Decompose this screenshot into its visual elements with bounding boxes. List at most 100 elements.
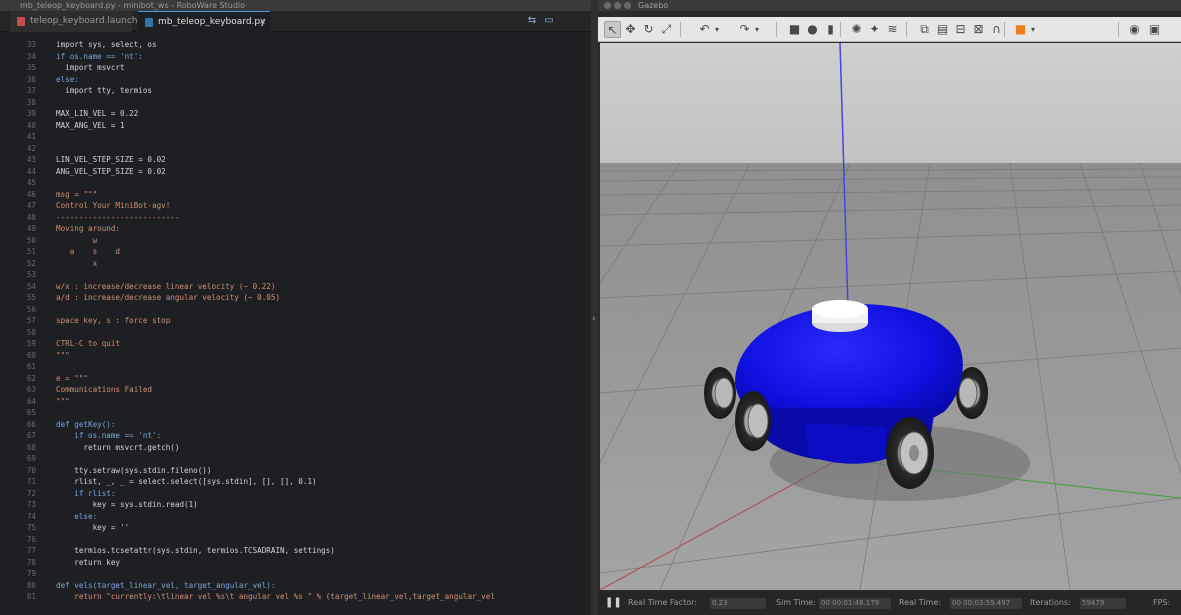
line-number: 68 (26, 442, 36, 452)
line-number: 54 (26, 281, 36, 291)
change-view-tool[interactable]: ■ (1012, 21, 1029, 38)
code-line: 81 return "currently:\tlinear vel %s\t a… (0, 591, 585, 603)
maximize-window-icon[interactable] (624, 2, 631, 9)
select-mode-tool[interactable]: ↖ (604, 21, 621, 38)
line-number: 43 (26, 155, 36, 164)
line-text: if os.name == 'nt': (56, 51, 143, 61)
paste-tool[interactable]: ▤ (934, 21, 951, 38)
code-line: 71 rlist, _, _ = select.select([sys.stdi… (0, 476, 585, 488)
box-shape-tool[interactable]: ■ (786, 21, 803, 38)
line-number: 77 (26, 546, 36, 555)
more-actions-icon[interactable]: ▭ (543, 15, 555, 27)
line-number: 36 (26, 74, 36, 84)
line-number: 64 (26, 396, 36, 406)
line-text: key = sys.stdin.read(1) (56, 500, 198, 509)
line-text: else: (56, 74, 79, 84)
point-light-tool[interactable]: ✺ (848, 21, 865, 38)
cylinder-shape-tool[interactable]: ▮ (822, 21, 839, 38)
code-line: 58 (0, 327, 585, 339)
align-tool[interactable]: ⊟ (952, 21, 969, 38)
line-number: 78 (26, 557, 36, 567)
redo-dropdown-tool[interactable]: ▾ (752, 21, 762, 38)
splitter-grip-icon[interactable]: › (592, 313, 597, 325)
window-splitter[interactable] (591, 0, 598, 615)
undo-tool[interactable]: ↶ (696, 21, 713, 38)
code-line: 69 (0, 453, 585, 465)
pause-icon[interactable]: ❚❚ (605, 597, 622, 609)
record-tool[interactable]: ▣ (1146, 21, 1163, 38)
line-number: 53 (26, 270, 36, 279)
code-line: 75 key = '' (0, 522, 585, 534)
iterations-value: 59479 (1080, 598, 1126, 609)
code-line: 78 return key (0, 557, 585, 569)
line-text: ANG_VEL_STEP_SIZE = 0.02 (56, 166, 166, 176)
real-time-factor-label: Real Time Factor: (628, 598, 697, 607)
translate-mode-tool[interactable]: ✥ (622, 21, 639, 38)
code-line: 34 if os.name == 'nt': (0, 51, 585, 63)
sky (600, 43, 1181, 163)
line-text: if rlist: (56, 488, 116, 498)
code-line: 56 (0, 304, 585, 316)
line-number: 81 (26, 592, 36, 601)
code-line: 38 (0, 97, 585, 109)
code-line: 61 (0, 361, 585, 373)
line-text: import sys, select, os (56, 40, 157, 49)
rotate-mode-tool[interactable]: ↻ (640, 21, 657, 38)
real-time-label: Real Time: (899, 598, 942, 607)
sim-time-value: 00 00:01:46.179 (819, 598, 891, 609)
code-line: 39 MAX_LIN_VEL = 0.22 (0, 108, 585, 120)
line-text: Moving around: (56, 224, 121, 233)
code-line: 33 import sys, select, os (0, 39, 585, 51)
copy-tool[interactable]: ⧉ (916, 21, 933, 38)
tab-teleop-launch[interactable]: teleop_keyboard.launch (10, 11, 138, 32)
split-editor-icon[interactable]: ⇆ (526, 15, 538, 27)
line-text: """ (56, 396, 70, 406)
code-line: 54 w/x : increase/decrease linear velocit… (0, 281, 585, 293)
snap-tool[interactable]: ⊠ (970, 21, 987, 38)
real-time-value: 00 00:03:59.497 (950, 598, 1022, 609)
line-number: 34 (26, 51, 36, 61)
redo-tool[interactable]: ↷ (736, 21, 753, 38)
directional-light-tool[interactable]: ≋ (884, 21, 901, 38)
change-view-dropdown-tool[interactable]: ▾ (1028, 21, 1038, 38)
code-line: 41 (0, 131, 585, 143)
line-number: 67 (26, 431, 36, 440)
line-number: 37 (26, 86, 36, 95)
front-right-wheel (886, 417, 934, 489)
line-text: MAX_ANG_VEL = 1 (56, 120, 125, 130)
line-number: 73 (26, 500, 36, 509)
close-window-icon[interactable] (604, 2, 611, 9)
joint-tool[interactable]: ∩ (988, 21, 1005, 38)
line-number: 80 (26, 580, 36, 590)
code-editor[interactable]: 33 import sys, select, os 34 if os.name == … (0, 32, 591, 615)
line-number: 42 (26, 143, 36, 153)
tab-label: mb_teleop_keyboard.py (158, 17, 266, 27)
python-file-icon (145, 18, 153, 27)
line-text: return msvcrt.getch() (56, 442, 180, 452)
toolbar-separator (840, 22, 841, 37)
tab-close-icon[interactable]: × (258, 12, 266, 33)
undo-dropdown-tool[interactable]: ▾ (712, 21, 722, 38)
screenshot-tool[interactable]: ◉ (1126, 21, 1143, 38)
line-number: 41 (26, 132, 36, 141)
scale-mode-tool[interactable]: ⤢ (658, 21, 675, 38)
line-text: w (56, 235, 98, 245)
code-line: 36 else: (0, 74, 585, 86)
line-number: 55 (26, 293, 36, 302)
3d-scene-viewport[interactable] (600, 43, 1181, 590)
robot-front-bumper (805, 423, 888, 464)
line-text: tty.setraw(sys.stdin.fileno()) (56, 465, 212, 475)
spot-light-tool[interactable]: ✦ (866, 21, 883, 38)
code-line: 37 import tty, termios (0, 85, 585, 97)
tab-teleop-keyboard-py[interactable]: mb_teleop_keyboard.py × (138, 11, 270, 32)
line-number: 47 (26, 201, 36, 210)
line-number: 59 (26, 339, 36, 348)
line-text: """ (56, 350, 70, 360)
minimize-window-icon[interactable] (614, 2, 621, 9)
code-line: 44 ANG_VEL_STEP_SIZE = 0.02 (0, 166, 585, 178)
iterations-label: Iterations: (1030, 598, 1071, 607)
line-number: 72 (26, 488, 36, 498)
sphere-shape-tool[interactable]: ● (804, 21, 821, 38)
line-number: 40 (26, 120, 36, 130)
code-line: 50 w (0, 235, 585, 247)
